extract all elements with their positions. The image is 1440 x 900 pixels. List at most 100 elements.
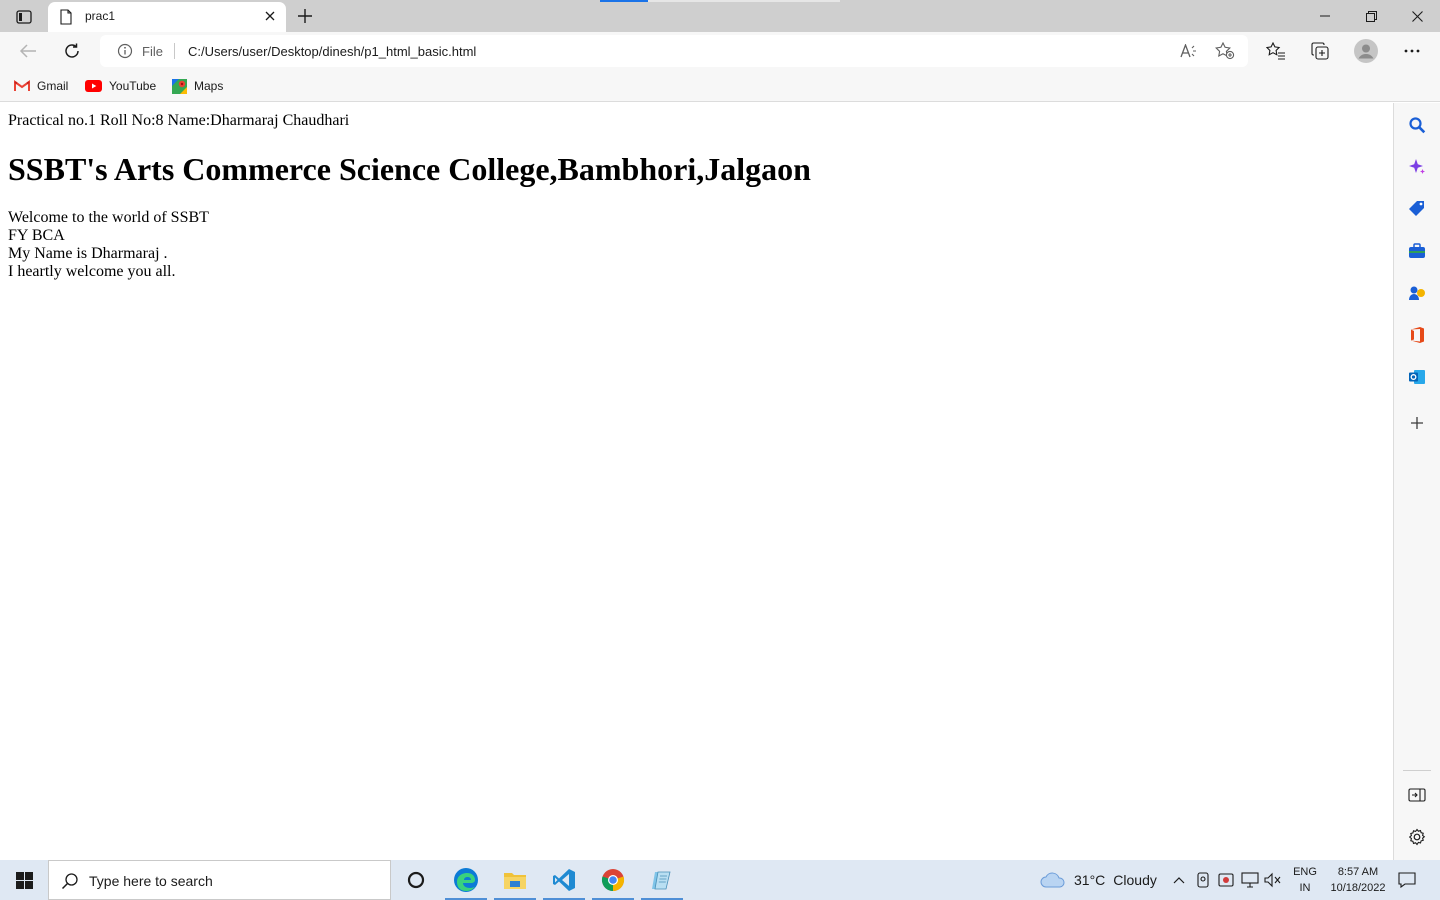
- sidebar-office-button[interactable]: [1404, 322, 1430, 348]
- windows-taskbar: Type here to search 31°C Cloudy ENG IN 8…: [0, 860, 1440, 900]
- tray-volume[interactable]: [1264, 871, 1282, 889]
- add-icon: [1411, 417, 1423, 429]
- input-language[interactable]: ENG IN: [1290, 864, 1320, 896]
- copilot-icon: [1409, 159, 1425, 174]
- taskbar-clock[interactable]: 8:57 AM 10/18/2022: [1322, 864, 1394, 896]
- weather-widget[interactable]: 31°C Cloudy: [1040, 860, 1157, 900]
- search-icon: [61, 873, 78, 890]
- notification-icon: [1398, 872, 1416, 888]
- avatar-icon: [1354, 39, 1378, 63]
- page-icon: [60, 9, 72, 25]
- network-icon: [1241, 872, 1259, 888]
- settings-menu-button[interactable]: [1397, 37, 1427, 65]
- cortana-button[interactable]: [392, 860, 440, 900]
- volume-muted-icon: [1264, 872, 1281, 888]
- tray-security[interactable]: [1217, 871, 1235, 889]
- sidebar-tools-button[interactable]: [1404, 238, 1430, 264]
- body-line: Welcome to the world of SSBT: [8, 209, 209, 226]
- youtube-icon: [85, 80, 102, 92]
- scheme-label: File: [142, 44, 163, 59]
- security-icon: [1218, 873, 1234, 887]
- browser-toolbar: File C:/Users/user/Desktop/dinesh/p1_htm…: [0, 32, 1440, 70]
- lang-line1: ENG: [1293, 866, 1317, 878]
- search-placeholder: Type here to search: [89, 873, 213, 889]
- refresh-icon: [65, 43, 79, 58]
- taskbar-chrome[interactable]: [589, 860, 637, 900]
- favorite-label: Gmail: [37, 79, 69, 93]
- taskbar-edge[interactable]: [442, 860, 490, 900]
- close-icon: [265, 11, 275, 21]
- taskbar-search-box[interactable]: Type here to search: [48, 860, 391, 900]
- restore-icon: [1365, 10, 1377, 22]
- lang-line2: IN: [1299, 882, 1311, 894]
- meet-now-icon: [1197, 872, 1209, 888]
- notifications-button[interactable]: [1396, 870, 1418, 890]
- collections-icon: [1311, 42, 1329, 60]
- load-progress-fill: [600, 0, 648, 2]
- load-progress-bar: [600, 0, 840, 2]
- restore-button[interactable]: [1348, 0, 1394, 32]
- practical-header-line: Practical no.1 Roll No:8 Name:Dharmaraj …: [8, 112, 350, 129]
- url-text[interactable]: C:/Users/user/Desktop/dinesh/p1_html_bas…: [188, 44, 476, 59]
- chevron-up-icon: [1173, 877, 1185, 884]
- add-favorite-button[interactable]: [1214, 41, 1236, 61]
- gmail-icon: [14, 80, 30, 91]
- sidebar-outlook-button[interactable]: [1404, 364, 1430, 390]
- close-window-button[interactable]: [1394, 0, 1440, 32]
- start-button[interactable]: [0, 860, 48, 900]
- weather-temp: 31°C: [1074, 872, 1106, 888]
- plus-icon: [298, 9, 312, 23]
- refresh-button[interactable]: [57, 37, 87, 65]
- address-bar[interactable]: File C:/Users/user/Desktop/dinesh/p1_htm…: [100, 35, 1248, 67]
- favorites-button[interactable]: [1261, 37, 1291, 65]
- sidebar-hide-button[interactable]: [1404, 782, 1430, 808]
- favorite-youtube[interactable]: YouTube: [85, 76, 156, 96]
- maps-icon: [172, 78, 187, 94]
- favorite-label: Maps: [194, 79, 224, 93]
- taskbar-file-explorer[interactable]: [491, 860, 539, 900]
- chrome-icon: [601, 869, 625, 892]
- tab-close-button[interactable]: [262, 8, 278, 24]
- body-line: FY BCA: [8, 227, 65, 244]
- back-button[interactable]: [13, 37, 43, 65]
- sidebar-search-button[interactable]: [1404, 112, 1430, 138]
- sidebar-add-button[interactable]: [1404, 410, 1430, 436]
- minimize-button[interactable]: [1302, 0, 1348, 32]
- tray-network[interactable]: [1241, 871, 1259, 889]
- address-separator: [174, 43, 175, 59]
- file-explorer-icon: [504, 873, 526, 889]
- taskbar-vscode[interactable]: [540, 860, 588, 900]
- read-aloud-icon: [1180, 44, 1196, 58]
- info-icon[interactable]: [117, 43, 133, 59]
- vscode-icon: [553, 869, 575, 891]
- favorite-label: YouTube: [109, 79, 157, 93]
- split-screen-icon: [1408, 788, 1426, 802]
- sidebar-settings-button[interactable]: [1404, 824, 1430, 850]
- close-icon: [1411, 10, 1423, 22]
- taskbar-notepad[interactable]: [638, 860, 686, 900]
- show-hidden-icons-button[interactable]: [1170, 871, 1188, 889]
- tab-active[interactable]: prac1: [48, 2, 286, 32]
- search-icon: [1409, 117, 1426, 134]
- page-heading: SSBT's Arts Commerce Science College,Bam…: [8, 151, 811, 187]
- read-aloud-button[interactable]: [1178, 41, 1200, 61]
- clock-date: 10/18/2022: [1330, 882, 1386, 894]
- favorite-maps[interactable]: Maps: [172, 76, 223, 96]
- sidebar-shopping-button[interactable]: [1404, 196, 1430, 222]
- tab-actions-button[interactable]: [10, 6, 38, 28]
- new-tab-button[interactable]: [294, 5, 316, 27]
- profile-button[interactable]: [1351, 37, 1381, 65]
- edge-icon: [454, 868, 478, 892]
- clock-time: 8:57 AM: [1337, 866, 1379, 878]
- collections-button[interactable]: [1305, 37, 1335, 65]
- tab-title: prac1: [85, 9, 116, 23]
- tab-strip: prac1: [0, 0, 1440, 32]
- body-lines: Welcome to the world of SSBT FY BCA My N…: [8, 209, 209, 281]
- sidebar-games-button[interactable]: [1404, 280, 1430, 306]
- back-arrow-icon: [19, 44, 36, 58]
- favorite-gmail[interactable]: Gmail: [14, 76, 68, 96]
- notepad-icon: [652, 871, 671, 890]
- settings-icon: [1408, 828, 1426, 846]
- tray-meet-now[interactable]: [1194, 871, 1212, 889]
- sidebar-copilot-button[interactable]: [1404, 154, 1430, 180]
